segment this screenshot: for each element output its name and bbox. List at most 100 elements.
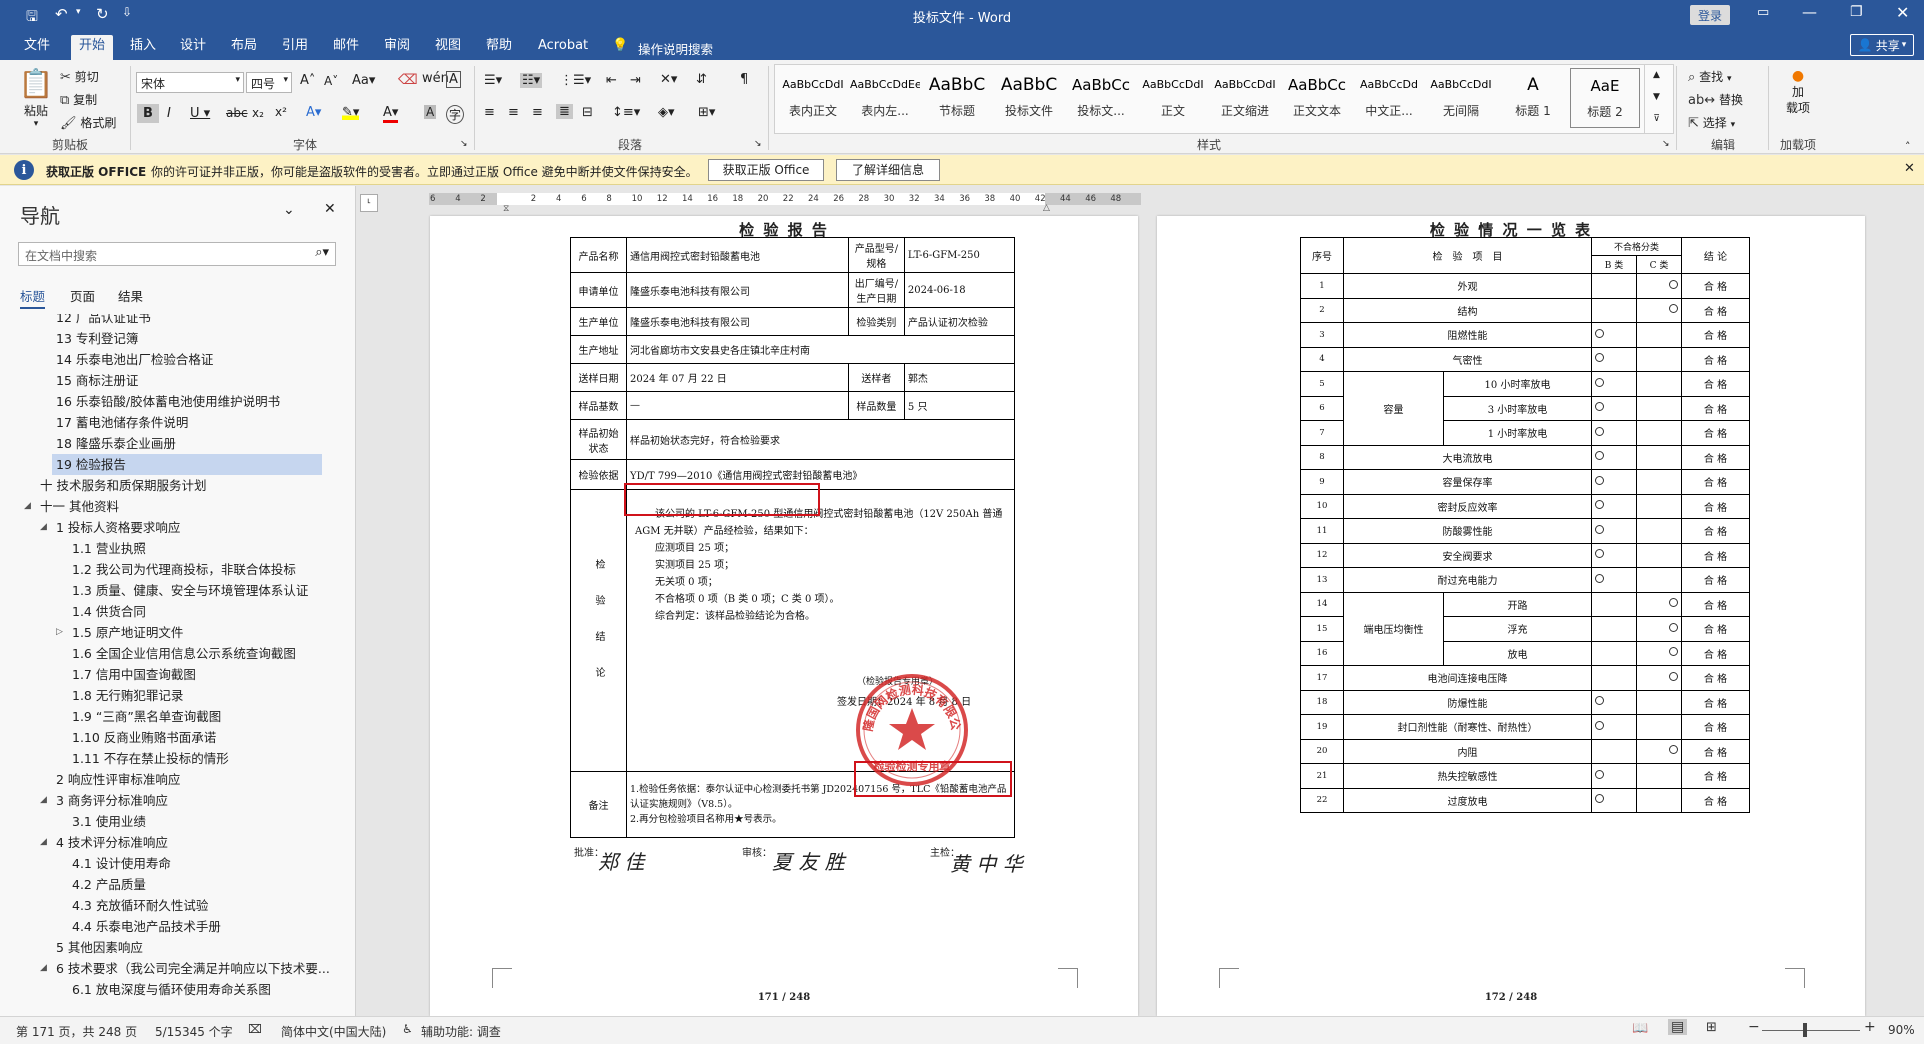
style-item[interactable]: AaBbCcDd 中文正... [1354,68,1424,128]
nav-heading-item[interactable]: 4.3 充放循环耐久性试验 [68,895,208,916]
page-count[interactable]: 第 171 页，共 248 页 [16,1023,137,1040]
subscript-icon[interactable]: x₂ [252,106,264,120]
numbering-icon[interactable]: ☷▾ [520,73,543,88]
styles-dialog-launcher-icon[interactable]: ↘ [1662,139,1670,149]
tab-file[interactable]: 文件 [16,35,58,60]
expand-triangle-icon[interactable]: ▷ [56,627,63,637]
nav-options-icon[interactable]: ⌄ [283,202,295,218]
superscript-icon[interactable]: x² [275,105,287,119]
copy-button[interactable]: ⧉ 复制 [60,91,97,108]
paste-button[interactable]: 📋 粘贴 ▾ [16,66,56,134]
show-marks-icon[interactable]: ¶ [740,72,748,87]
decrease-indent-icon[interactable]: ⇤ [606,73,617,88]
increase-indent-icon[interactable]: ⇥ [630,73,641,88]
justify-icon[interactable]: ≣ [556,104,573,119]
format-painter-button[interactable]: 🖌 格式刷 [60,114,116,131]
zoom-level[interactable]: 90% [1888,1023,1915,1037]
nav-heading-item[interactable]: 16 乐泰铅酸/胶体蓄电池使用维护说明书 [52,391,280,412]
nav-heading-item[interactable]: 十一 其他资料 [36,496,119,517]
replace-button[interactable]: ab↔ 替换 [1688,91,1743,108]
nav-heading-item[interactable]: 13 专利登记簿 [52,328,138,349]
collapse-triangle-icon[interactable]: ◢ [40,795,47,805]
style-item[interactable]: AaBbCc 投标文... [1066,68,1136,128]
text-effects-icon[interactable]: A▾ [306,105,321,120]
nav-heading-item[interactable]: 1.11 不存在禁止投标的情形 [68,748,229,769]
nav-heading-item[interactable]: 1.2 我公司为代理商投标，非联合体投标 [68,559,296,580]
nav-heading-item[interactable]: 4.2 产品质量 [68,874,146,895]
nav-heading-item[interactable]: 4 技术评分标准响应 [52,832,168,853]
nav-heading-item[interactable]: 4.1 设计使用寿命 [68,853,171,874]
font-name-select[interactable]: 宋体 ▾ [136,72,244,93]
nav-tab-pages[interactable]: 页面 [70,286,95,305]
paragraph-dialog-launcher-icon[interactable]: ↘ [754,139,762,149]
style-item[interactable]: AaBbCc 正文文本 [1282,68,1352,128]
nav-search-input[interactable]: 在文档中搜索 ⌕▾ [18,242,336,266]
style-item[interactable]: AaBbCcDdI 无间隔 [1426,68,1496,128]
proofing-icon[interactable]: ⌧ [248,1022,262,1036]
cut-button[interactable]: ✂ 剪切 [60,68,99,85]
nav-heading-item[interactable]: 1.8 无行贿犯罪记录 [68,685,183,706]
nav-heading-item[interactable]: 4.4 乐泰电池产品技术手册 [68,916,221,937]
collapse-triangle-icon[interactable]: ◢ [40,522,47,532]
login-button[interactable]: 登录 [1690,5,1730,25]
nav-heading-item[interactable]: 12 广品认证证书 [52,314,151,328]
align-right-icon[interactable]: ≡ [532,105,543,120]
nav-heading-item[interactable]: 6.1 放电深度与循环使用寿命关系图 [68,979,271,1000]
distributed-icon[interactable]: ⊟ [582,105,593,120]
tab-home[interactable]: 开始 [71,35,114,60]
tab-view[interactable]: 视图 [427,35,469,60]
close-nav-icon[interactable]: ✕ [324,201,336,217]
right-indent-marker-icon[interactable]: △ [1043,203,1050,213]
nav-heading-item[interactable]: 19 检验报告 [52,454,322,475]
bold-icon[interactable]: B [137,104,159,123]
style-item[interactable]: AaBbCcDdI 表内正文 [778,68,848,128]
accessibility-status[interactable]: 辅助功能: 调查 [421,1023,501,1040]
close-message-icon[interactable]: ✕ [1904,161,1915,176]
ribbon-display-icon[interactable]: ▭ [1757,5,1769,20]
borders-icon[interactable]: ⊞▾ [698,105,715,120]
nav-tab-headings[interactable]: 标题 [20,286,46,309]
style-item[interactable]: A 标题 1 [1498,68,1568,128]
close-window-icon[interactable]: ✕ [1896,3,1909,22]
enclose-char-icon[interactable]: 字 [446,105,465,124]
zoom-slider[interactable] [1762,1030,1860,1031]
minimize-icon[interactable]: — [1802,3,1817,21]
char-border-icon[interactable]: A [446,71,461,88]
more-styles-icon[interactable]: ⊽ [1645,108,1668,130]
restore-icon[interactable]: ❐ [1850,4,1863,20]
nav-heading-item[interactable]: 1.10 反商业贿赂书面承诺 [68,727,216,748]
bullets-icon[interactable]: ☰▾ [484,73,502,88]
tab-mailings[interactable]: 邮件 [325,35,367,60]
tell-me-search[interactable]: 操作说明搜索 [638,39,713,58]
style-item[interactable]: AaBbC 投标文件 [994,68,1064,128]
phonetic-guide-icon[interactable]: wén [422,71,449,86]
italic-icon[interactable]: I [167,106,171,121]
nav-heading-item[interactable]: 1 投标人资格要求响应 [52,517,180,538]
nav-heading-item[interactable]: 18 隆盛乐泰企业画册 [52,433,176,454]
nav-heading-item[interactable]: 3 商务评分标准响应 [52,790,168,811]
nav-heading-item[interactable]: 1.4 供货合同 [68,601,146,622]
language-indicator[interactable]: 简体中文(中国大陆) [281,1023,386,1040]
underline-icon[interactable]: U ▾ [190,106,210,121]
tab-references[interactable]: 引用 [274,35,316,60]
indent-marker-icon[interactable]: ⧖ [503,204,509,214]
select-button[interactable]: ⇱ 选择 ▾ [1688,114,1735,131]
tab-review[interactable]: 审阅 [376,35,418,60]
zoom-in-icon[interactable]: + [1864,1019,1876,1035]
change-case-icon[interactable]: Aa▾ [352,73,375,88]
tab-help[interactable]: 帮助 [478,35,520,60]
style-item[interactable]: AaBbCcDdEe 表内左... [850,68,920,128]
collapse-triangle-icon[interactable]: ◢ [24,501,31,511]
nav-heading-item[interactable]: 5 其他因素响应 [52,937,143,958]
nav-heading-item[interactable]: 1.1 营业执照 [68,538,146,559]
nav-heading-item[interactable]: 3.1 使用业绩 [68,811,146,832]
font-size-select[interactable]: 四号 ▾ [246,72,292,93]
nav-tab-results[interactable]: 结果 [118,286,143,305]
nav-heading-item[interactable]: 17 蓄电池储存条件说明 [52,412,188,433]
accessibility-icon[interactable]: ♿ [402,1022,413,1036]
nav-heading-item[interactable]: 1.6 全国企业信用信息公示系统查询截图 [68,643,296,664]
nav-heading-item[interactable]: 1.7 信用中国查询截图 [68,664,196,685]
line-spacing-icon[interactable]: ↕≡▾ [612,105,640,120]
web-layout-icon[interactable]: ⊞ [1706,1020,1717,1035]
collapse-ribbon-icon[interactable]: ˄ [1905,140,1911,153]
